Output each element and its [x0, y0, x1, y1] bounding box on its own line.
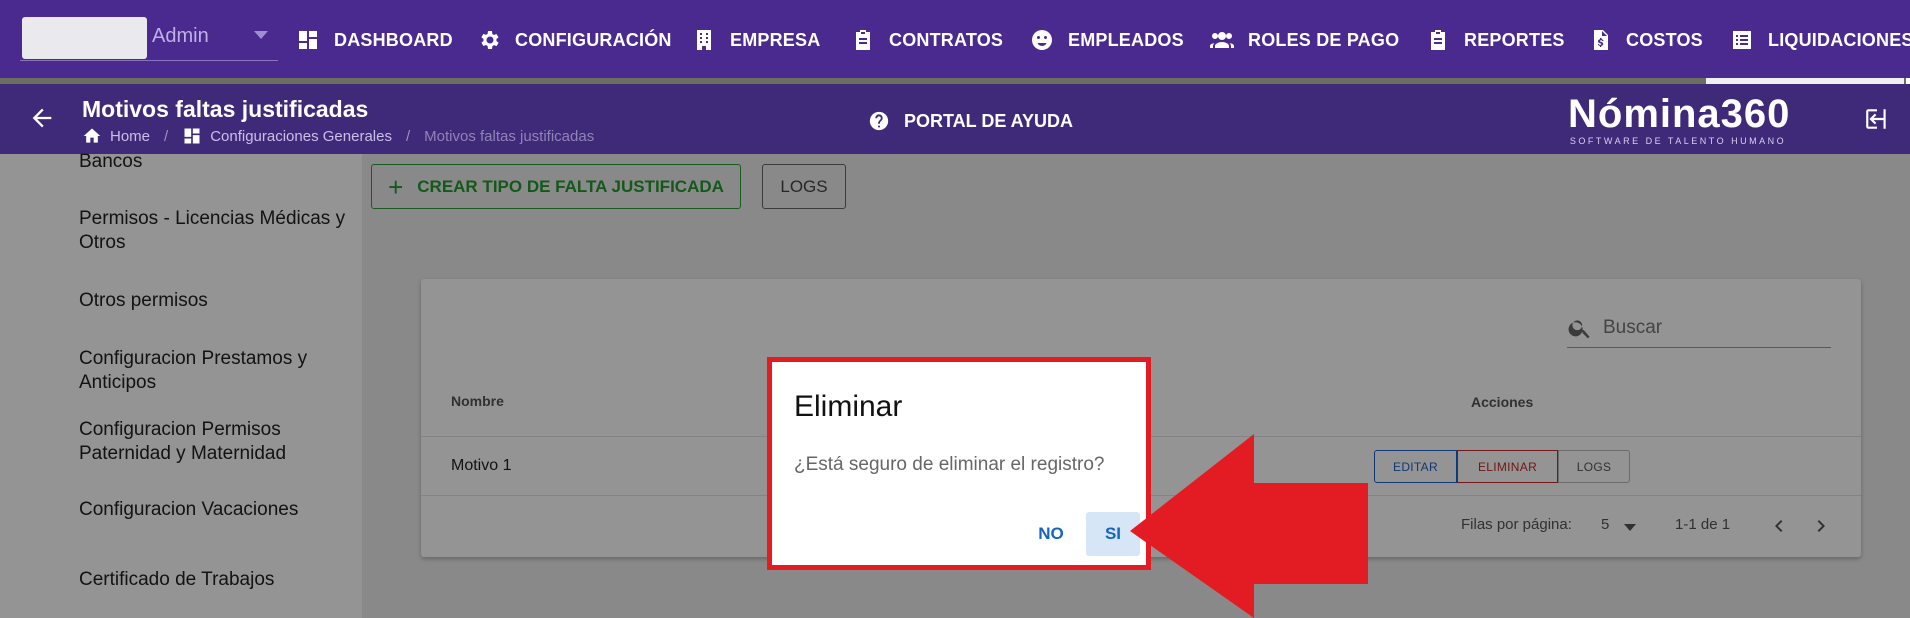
breadcrumb-separator: / [405, 127, 411, 145]
building-icon [697, 30, 711, 50]
logout-button[interactable] [1864, 106, 1890, 132]
face-icon [1032, 30, 1052, 50]
nav-item-label: LIQUIDACIONES [1768, 29, 1910, 50]
logout-icon [1866, 109, 1886, 129]
clipboard-icon [1431, 30, 1445, 50]
help-portal-label: PORTAL DE AYUDA [904, 110, 1074, 131]
user-selector[interactable]: Admin [20, 17, 278, 61]
breadcrumb-current: Motivos faltas justificadas [424, 127, 595, 145]
nav-item-contratos[interactable]: CONTRATOS [851, 22, 1003, 58]
dashboard-icon [184, 128, 200, 144]
nav-item-label: DASHBOARD [334, 29, 453, 50]
nav-item-empleados[interactable]: EMPLEADOS [1030, 22, 1184, 58]
help-icon [869, 111, 889, 131]
page-title: Motivos faltas justificadas [82, 96, 369, 122]
nav-item-roles-de-pago[interactable]: ROLES DE PAGO [1210, 22, 1399, 58]
clipboard-icon [856, 30, 870, 50]
annotation-arrow-icon [1130, 434, 1368, 618]
page-header: Motivos faltas justificadas Home / Confi… [0, 84, 1910, 154]
nav-item-costos[interactable]: COSTOS [1588, 22, 1703, 58]
dashboard-icon [299, 31, 317, 49]
nav-item-configuracion[interactable]: CONFIGURACIÓN [477, 22, 672, 58]
breadcrumb-home[interactable]: Home [110, 128, 150, 145]
nav-item-label: CONTRATOS [889, 29, 1004, 50]
user-name: Admin [152, 25, 209, 47]
user-avatar [22, 17, 147, 59]
nav-item-reportes[interactable]: REPORTES [1426, 22, 1565, 58]
nav-item-label: REPORTES [1464, 29, 1565, 50]
help-portal-link[interactable]: PORTAL DE AYUDA [868, 110, 1073, 132]
nav-item-liquidaciones[interactable]: LIQUIDACIONES [1730, 22, 1910, 58]
dialog-title: Eliminar [794, 390, 903, 423]
annotation-arrow-shape [1130, 434, 1368, 618]
arrow-left-icon [32, 108, 52, 128]
home-icon [83, 128, 101, 143]
nav-item-label: CONFIGURACIÓN [515, 29, 672, 50]
list-icon [1733, 31, 1751, 49]
brand-tagline: SOFTWARE DE TALENTO HUMANO [1569, 136, 1787, 146]
breadcrumb: Home / Configuraciones Generales / Motiv… [82, 126, 594, 146]
nav-item-dashboard[interactable]: DASHBOARD [296, 22, 453, 58]
brand-logo: Nómina360 SOFTWARE DE TALENTO HUMANO [1568, 92, 1791, 146]
nav-item-label: ROLES DE PAGO [1248, 29, 1400, 50]
nav-item-label: EMPRESA [730, 29, 821, 50]
nav-item-label: COSTOS [1626, 29, 1703, 50]
dialog-message: ¿Está seguro de eliminar el registro? [794, 454, 1105, 475]
breadcrumb-separator: / [164, 127, 169, 145]
brand-name: Nómina360 [1568, 92, 1791, 136]
back-button[interactable] [28, 104, 56, 132]
breadcrumb-section[interactable]: Configuraciones Generales [210, 128, 392, 145]
gear-icon [481, 31, 499, 49]
file-dollar-icon [1594, 30, 1608, 50]
people-icon [1210, 32, 1234, 48]
chevron-down-icon [254, 31, 268, 39]
delete-confirm-dialog: Eliminar ¿Está seguro de eliminar el reg… [767, 357, 1151, 570]
nav-item-label: EMPLEADOS [1068, 29, 1184, 50]
top-navigation-bar: Admin DASHBOARD CONFIGURACIÓN EMPRESA CO… [0, 0, 1910, 78]
dialog-no-button[interactable]: NO [1024, 512, 1078, 556]
nav-item-empresa[interactable]: EMPRESA [692, 22, 820, 58]
